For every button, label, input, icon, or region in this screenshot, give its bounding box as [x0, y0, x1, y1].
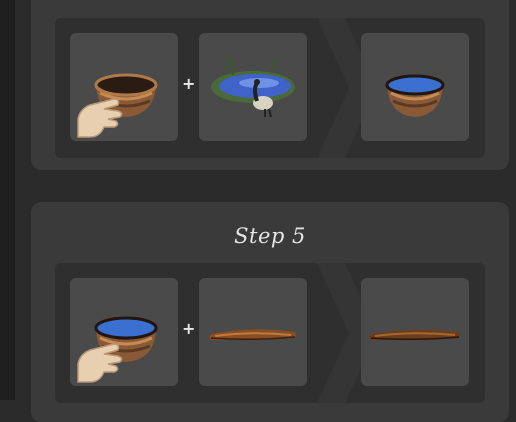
recipe-row: + — [55, 18, 485, 158]
plus-sign: + — [182, 74, 196, 93]
recipe-step-card: + — [31, 0, 509, 170]
water-filled-bowl-icon — [385, 74, 445, 117]
scroll-rail — [0, 0, 15, 400]
goose-pond-icon — [211, 54, 295, 118]
ingredient-slot-twig[interactable] — [199, 278, 307, 386]
recipe-step-card: Step 5 + — [31, 202, 509, 422]
hand-click-icon — [77, 98, 123, 138]
plus-sign: + — [182, 319, 196, 338]
ingredient-slot-water-bowl[interactable] — [70, 278, 178, 386]
hand-click-icon — [77, 343, 123, 383]
wet-twig-icon — [369, 329, 460, 341]
ingredient-slot-pond[interactable] — [199, 33, 307, 141]
step-title: Step 5 — [234, 224, 306, 248]
result-slot-water-bowl[interactable] — [361, 33, 469, 141]
twig-icon — [209, 329, 296, 341]
recipe-row: + — [55, 263, 485, 403]
ingredient-slot-nest[interactable] — [70, 33, 178, 141]
result-slot-twig[interactable] — [361, 278, 469, 386]
